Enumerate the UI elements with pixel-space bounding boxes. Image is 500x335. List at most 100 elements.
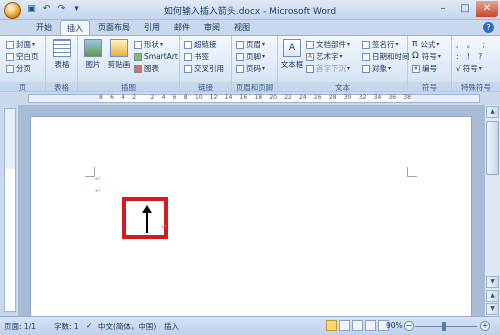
page-number-button[interactable]: 页码 ▾ [236, 63, 265, 74]
help-icon[interactable]: ? [483, 22, 494, 33]
ruler-number: 34 [373, 94, 382, 101]
tab-home[interactable]: 开始 [30, 20, 58, 35]
textbox-button[interactable]: A 文本框 [278, 39, 306, 70]
special-symbol-row-2[interactable]: : ! ? [456, 51, 485, 62]
print-layout-view-icon[interactable] [326, 320, 337, 331]
numbering-icon: # [412, 64, 420, 73]
scroll-up-button[interactable]: ▲ [486, 106, 499, 118]
table-icon [53, 39, 71, 57]
ruler-number: 4 [121, 94, 125, 101]
symbol-label: 符号 [421, 52, 437, 61]
date-time-button[interactable]: 日期和时间 [362, 51, 410, 62]
tab-references[interactable]: 引用 [138, 20, 166, 35]
ruler-number: 8 [183, 94, 188, 101]
scroll-down-button[interactable]: ▼ [486, 276, 499, 288]
vertical-ruler[interactable] [4, 108, 16, 312]
ruler-number: 26 [314, 94, 322, 101]
zoom-out-button[interactable]: − [404, 321, 414, 331]
omega-icon: Ω [412, 51, 419, 61]
up-arrow-symbol[interactable] [142, 205, 152, 233]
language-indicator[interactable]: 中文(简体，中国) [98, 321, 156, 332]
footer-label: 页脚 [246, 52, 261, 61]
drop-cap-button[interactable]: 首字下沉 ▾ [306, 63, 350, 74]
minimize-button[interactable]: – [432, 1, 454, 17]
footer-button[interactable]: 页脚 ▾ [236, 51, 265, 62]
cross-reference-icon [184, 64, 192, 73]
blank-page-icon [6, 52, 14, 61]
drop-cap-label: 首字下沉 [316, 64, 346, 73]
full-screen-view-icon[interactable] [339, 320, 350, 331]
tab-insert[interactable]: 插入 [60, 20, 90, 35]
proofing-icon[interactable]: ✓ [86, 321, 92, 330]
chart-label: 图表 [144, 64, 159, 73]
hyperlink-button[interactable]: 超链接 [184, 39, 217, 50]
group-pages: 封面 ▾ 空白页 分页 页 [0, 36, 46, 93]
vertical-scrollbar[interactable]: ▲ ▼ ▲ ▼ [484, 105, 500, 316]
paragraph-mark: ↵ [95, 187, 101, 195]
zoom-level[interactable]: 90% [386, 321, 403, 330]
ruler-number: 14 [224, 94, 233, 101]
quick-parts-label: 文档部件 [316, 40, 346, 49]
special-symbol-label: 符号 [462, 64, 478, 73]
document-page[interactable]: ↵ ↵ [30, 116, 472, 316]
numbering-button[interactable]: # 编号 [412, 63, 437, 74]
smartart-button[interactable]: SmartArt [134, 51, 178, 62]
word-count[interactable]: 字数: 1 [54, 321, 79, 332]
symbol-button[interactable]: Ω 符号 ▾ [412, 51, 441, 62]
group-links: 超链接 书签 交叉引用 链接 [180, 36, 232, 93]
scroll-thumb[interactable] [486, 121, 499, 175]
title-bar: ▣ ↶ ↷ ▾ 如何输入插入箭头.docx - Microsoft Word –… [0, 0, 500, 20]
clipart-button[interactable]: 剪贴画 [106, 39, 132, 70]
object-button[interactable]: 对象 ▾ [362, 63, 391, 74]
quick-parts-button[interactable]: 文档部件 ▾ [306, 39, 350, 50]
page-break-button[interactable]: 分页 [6, 63, 31, 74]
web-layout-view-icon[interactable] [352, 320, 363, 331]
hyperlink-label: 超链接 [194, 40, 217, 49]
bookmark-button[interactable]: 书签 [184, 51, 209, 62]
ruler-number: 6 [172, 94, 177, 101]
smartart-label: SmartArt [144, 52, 178, 61]
special-symbol-row-1[interactable]: , 。 ; [456, 39, 488, 50]
chart-button[interactable]: 图表 [134, 63, 159, 74]
signature-line-button[interactable]: 签名行 ▾ [362, 39, 399, 50]
header-button[interactable]: 页眉 ▾ [236, 39, 265, 50]
checkmark-icon: √ [456, 64, 461, 73]
close-button[interactable]: ✕ [476, 1, 498, 17]
blank-page-button[interactable]: 空白页 [6, 51, 39, 62]
ruler-number: 24 [299, 94, 307, 101]
page-break-icon [6, 64, 14, 73]
zoom-slider-track[interactable] [415, 326, 477, 327]
horizontal-ruler[interactable]: 8 6 4 2 2 4 6 8 10 12 14 16 18 20 22 24 26 28 30 32 34 36 38 [28, 94, 480, 103]
maximize-button[interactable]: □ [454, 1, 476, 17]
previous-page-button[interactable]: ▲ [486, 290, 499, 302]
zoom-in-button[interactable]: + [480, 321, 490, 331]
shapes-icon [134, 40, 142, 49]
clipart-label: 剪贴画 [107, 60, 131, 69]
picture-button[interactable]: 图片 [80, 39, 106, 70]
page-count[interactable]: 页面: 1/1 [4, 321, 36, 332]
paragraph-mark: ↵ [95, 175, 101, 183]
next-page-button[interactable]: ▼ [486, 303, 499, 315]
tab-page-layout[interactable]: 页面布局 [92, 20, 136, 35]
drop-cap-icon [306, 64, 314, 73]
group-special-symbols: , 。 ; : ! ? √ 符号 ▾ 特殊符号 [452, 36, 500, 93]
outline-view-icon[interactable] [365, 320, 376, 331]
margin-corner-top-right [407, 167, 417, 177]
equation-button[interactable]: π 公式 ▾ [412, 39, 439, 50]
tab-mailings[interactable]: 邮件 [168, 20, 196, 35]
status-bar: 页面: 1/1 字数: 1 ✓ 中文(简体，中国) 插入 90% − + [0, 316, 500, 335]
tab-review[interactable]: 审阅 [198, 20, 226, 35]
wordart-button[interactable]: A 艺术字 ▾ [306, 51, 343, 62]
insert-mode[interactable]: 插入 [164, 321, 179, 332]
ribbon-tabs: 开始 插入 页面布局 引用 邮件 审阅 视图 [0, 20, 500, 35]
special-symbol-button[interactable]: √ 符号 ▾ [456, 63, 482, 74]
ruler-number: 2 [132, 94, 137, 101]
cross-reference-button[interactable]: 交叉引用 [184, 63, 224, 74]
shapes-button[interactable]: 形状 ▾ [134, 39, 163, 50]
table-button[interactable]: 表格 [49, 39, 75, 70]
tab-view[interactable]: 视图 [228, 20, 256, 35]
zoom-slider-thumb[interactable] [442, 322, 446, 331]
quick-parts-icon [306, 40, 314, 49]
cover-page-button[interactable]: 封面 ▾ [6, 39, 35, 50]
shapes-label: 形状 [144, 40, 159, 49]
